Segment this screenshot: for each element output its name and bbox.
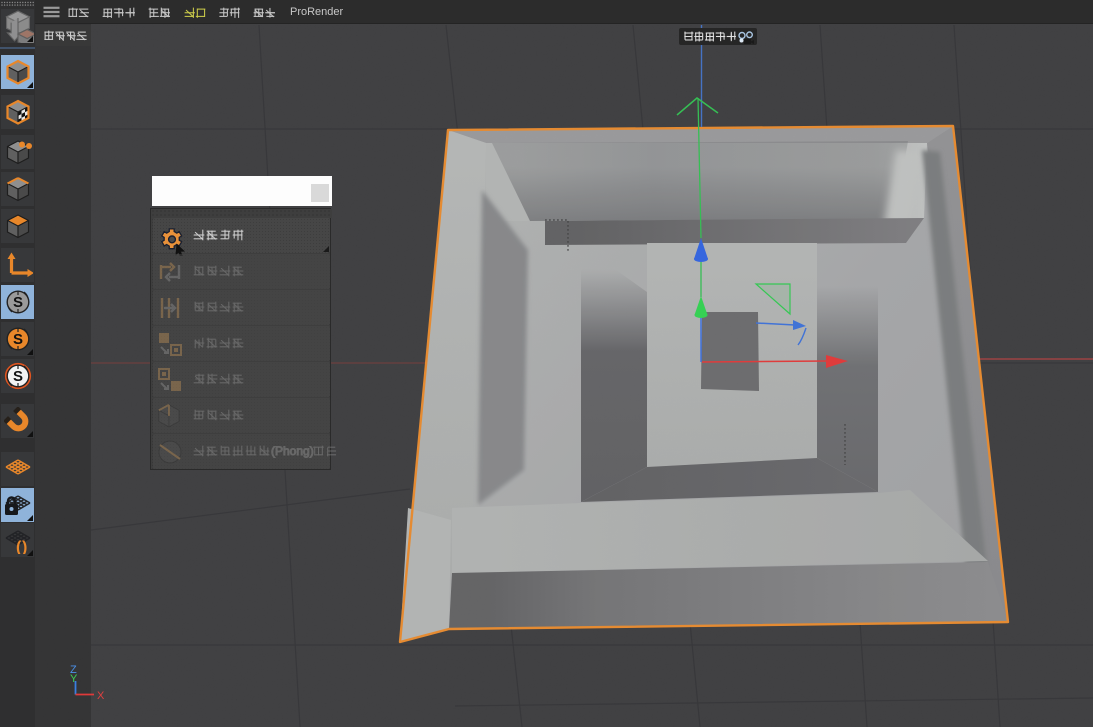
svg-text:S: S: [12, 331, 22, 348]
svg-text:S: S: [12, 294, 22, 311]
svg-text:S: S: [12, 368, 22, 385]
svg-text:X: X: [97, 690, 105, 702]
svg-text:(Phong): (Phong): [271, 445, 314, 458]
svg-text:Y: Y: [70, 673, 78, 685]
